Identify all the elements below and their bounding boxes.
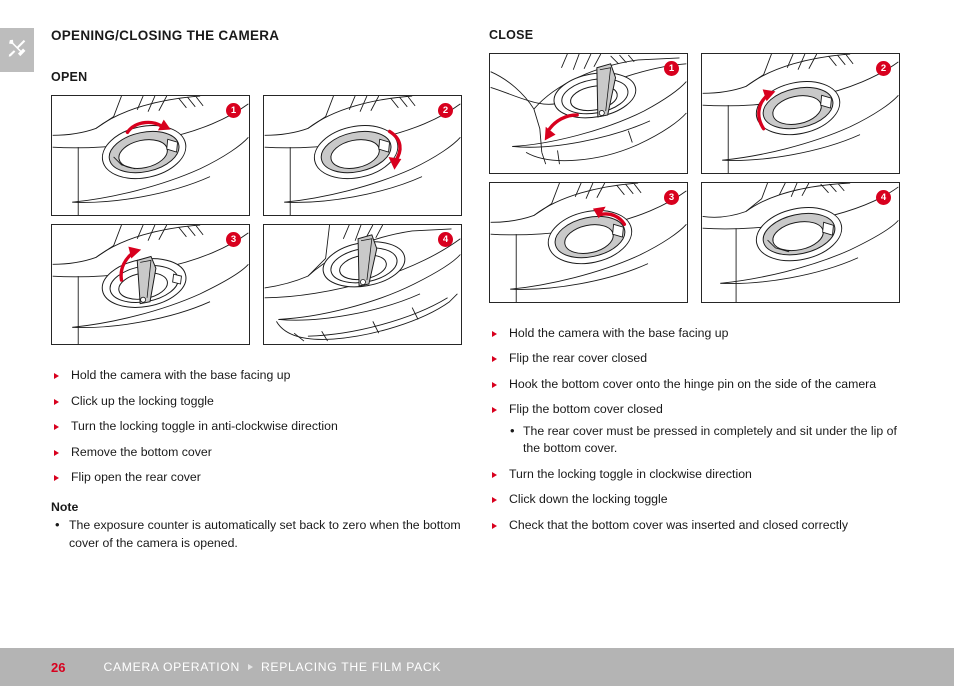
page-number: 26 <box>51 659 66 675</box>
list-item: Click down the locking toggle <box>489 491 905 508</box>
figure-close-3: 3 <box>489 182 688 303</box>
breadcrumb-separator-icon <box>247 664 253 670</box>
figure-open-2: 2 <box>263 95 462 217</box>
figure-open-3: 3 <box>51 224 250 346</box>
list-item: Click up the locking toggle <box>51 393 467 410</box>
sub-list-item: The rear cover must be pressed in comple… <box>509 422 905 458</box>
breadcrumb-secondary: REPLACING THE FILM PACK <box>260 660 442 674</box>
open-figure-grid: 1 2 3 4 <box>51 95 467 346</box>
list-item: Turn the locking toggle in clockwise dir… <box>489 466 905 483</box>
step-badge: 2 <box>876 61 891 76</box>
list-item: Flip the bottom cover closed The rear co… <box>489 401 905 457</box>
list-item: Flip open the rear cover <box>51 469 467 486</box>
figure-open-1: 1 <box>51 95 250 217</box>
close-heading: CLOSE <box>489 28 534 42</box>
list-item-label: Flip the bottom cover closed <box>509 402 663 417</box>
list-item: Remove the bottom cover <box>51 444 467 461</box>
open-heading: OPEN <box>51 70 88 85</box>
list-item: The exposure counter is automatically se… <box>51 516 467 552</box>
left-column: OPENING/CLOSING THE CAMERA OPEN 1 2 3 4 … <box>51 28 467 552</box>
figure-close-4: 4 <box>701 182 900 303</box>
open-steps-list: Hold the camera with the base facing up … <box>51 367 467 486</box>
page-title: OPENING/CLOSING THE CAMERA <box>51 28 280 43</box>
list-item: Flip the rear cover closed <box>489 350 905 367</box>
figure-close-1: 1 <box>489 53 688 174</box>
step-badge: 4 <box>876 190 891 205</box>
sub-list: The rear cover must be pressed in comple… <box>509 422 905 458</box>
breadcrumb: CAMERA OPERATION REPLACING THE FILM PACK <box>103 660 441 674</box>
right-column: CLOSE 1 2 3 4 Hold the camera with the b… <box>489 28 905 542</box>
figure-close-2: 2 <box>701 53 900 174</box>
list-item: Hold the camera with the base facing up <box>489 325 905 342</box>
manual-page: OPENING/CLOSING THE CAMERA OPEN 1 2 3 4 … <box>0 0 954 648</box>
page-footer: 26 CAMERA OPERATION REPLACING THE FILM P… <box>0 648 954 686</box>
close-figure-grid: 1 2 3 4 <box>489 53 905 303</box>
step-badge: 3 <box>664 190 679 205</box>
breadcrumb-primary: CAMERA OPERATION <box>103 660 240 674</box>
list-item: Turn the locking toggle in anti-clockwis… <box>51 418 467 435</box>
list-item: Hold the camera with the base facing up <box>51 367 467 384</box>
step-badge: 1 <box>664 61 679 76</box>
note-list: The exposure counter is automatically se… <box>51 516 467 552</box>
figure-open-4: 4 <box>263 224 462 346</box>
close-steps-list: Hold the camera with the base facing up … <box>489 325 905 534</box>
note-heading: Note <box>51 500 79 515</box>
list-item: Check that the bottom cover was inserted… <box>489 517 905 534</box>
list-item: Hook the bottom cover onto the hinge pin… <box>489 376 905 393</box>
